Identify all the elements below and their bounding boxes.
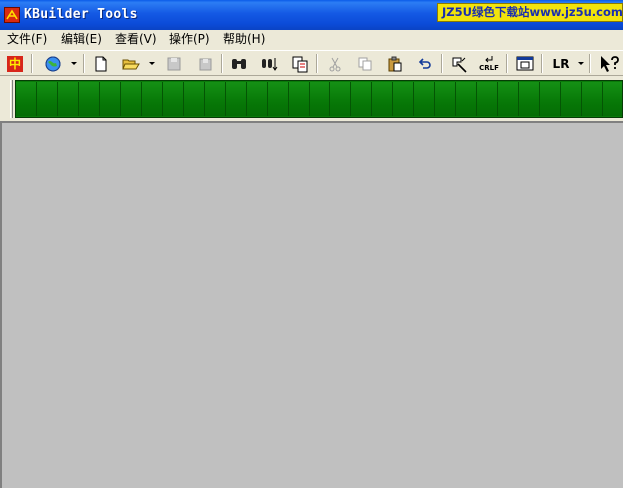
replace-button[interactable] — [289, 53, 311, 74]
led-segment — [16, 82, 37, 116]
title-bar[interactable]: KBuilder Tools JZ5U绿色下载站www.jz5u.com — [0, 0, 623, 30]
lr-button[interactable]: LR — [548, 53, 574, 74]
crlf-label: CRLF — [479, 63, 499, 72]
save-all-button[interactable] — [194, 53, 216, 74]
led-segment — [225, 82, 247, 116]
toolbar: 中 CRLF LR — [0, 50, 623, 76]
new-file-icon — [95, 56, 107, 71]
progress-band — [0, 76, 623, 123]
menu-help[interactable]: 帮助(H) — [223, 30, 265, 49]
window-button[interactable] — [514, 53, 536, 74]
led-segment — [477, 82, 499, 116]
globe-dropdown[interactable] — [69, 53, 78, 74]
toolbar-separator — [83, 54, 85, 73]
led-segment — [582, 82, 604, 116]
led-segment — [36, 82, 58, 116]
crlf-button[interactable]: CRLF — [478, 53, 500, 74]
save-icon — [167, 57, 181, 70]
led-segment — [288, 82, 310, 116]
run-icon — [452, 57, 467, 73]
run-button[interactable] — [448, 53, 470, 74]
cut-icon — [329, 57, 341, 71]
cut-button[interactable] — [324, 53, 346, 74]
globe-button[interactable] — [42, 53, 64, 74]
workspace-area[interactable] — [0, 123, 623, 488]
lr-dropdown[interactable] — [576, 53, 585, 74]
replace-icon — [292, 56, 308, 72]
app-window: KBuilder Tools JZ5U绿色下载站www.jz5u.com 文件(… — [0, 0, 623, 488]
led-segment — [99, 82, 121, 116]
paste-button[interactable] — [384, 53, 406, 74]
led-segment — [435, 82, 457, 116]
copy-button[interactable] — [354, 53, 376, 74]
led-segment — [414, 82, 436, 116]
menu-bar: 文件(F) 编辑(E) 查看(V) 操作(P) 帮助(H) — [0, 30, 623, 49]
toolbar-separator — [589, 54, 591, 73]
save-all-icon — [199, 58, 212, 70]
window-icon — [516, 56, 534, 70]
find-next-button[interactable] — [259, 53, 281, 74]
menu-view[interactable]: 查看(V) — [115, 30, 157, 49]
window-title: KBuilder Tools — [24, 7, 138, 22]
band-grip-handle[interactable] — [10, 80, 13, 118]
paste-icon — [388, 56, 402, 71]
led-segment — [78, 82, 100, 116]
language-label: 中 — [8, 56, 21, 71]
led-segment — [120, 82, 142, 116]
lr-icon: LR — [552, 56, 570, 71]
led-segment — [330, 82, 352, 116]
toolbar-separator — [316, 54, 318, 73]
context-help-button[interactable] — [598, 53, 620, 74]
toolbar-separator — [221, 54, 223, 73]
copy-icon — [358, 57, 372, 70]
toolbar-separator — [541, 54, 543, 73]
find-button[interactable] — [228, 53, 250, 74]
language-button[interactable]: 中 — [4, 53, 26, 74]
globe-icon — [45, 56, 61, 71]
led-segment — [246, 82, 268, 116]
crlf-icon: CRLF — [479, 55, 499, 72]
led-segment — [162, 82, 184, 116]
find-next-icon — [262, 57, 278, 71]
watermark-banner: JZ5U绿色下载站www.jz5u.com — [437, 3, 623, 22]
led-segment — [141, 82, 163, 116]
led-segment — [561, 82, 583, 116]
open-dropdown[interactable] — [147, 53, 156, 74]
context-help-icon — [601, 55, 619, 72]
open-button[interactable] — [120, 53, 142, 74]
save-button[interactable] — [163, 53, 185, 74]
led-segment — [57, 82, 79, 116]
new-file-button[interactable] — [90, 53, 112, 74]
menu-file[interactable]: 文件(F) — [7, 30, 47, 49]
led-segment — [456, 82, 478, 116]
led-segment — [183, 82, 205, 116]
led-segment — [519, 82, 541, 116]
menu-edit[interactable]: 编辑(E) — [61, 30, 102, 49]
led-segment — [204, 82, 226, 116]
undo-button[interactable] — [414, 53, 436, 74]
toolbar-separator — [31, 54, 33, 73]
led-segment — [498, 82, 520, 116]
toolbar-separator — [506, 54, 508, 73]
language-icon: 中 — [7, 55, 23, 72]
led-segment — [393, 82, 415, 116]
toolbar-separator — [441, 54, 443, 73]
led-segment — [603, 82, 622, 116]
find-icon — [232, 58, 246, 69]
led-segment — [351, 82, 373, 116]
led-progress-panel — [15, 80, 623, 118]
led-segment — [372, 82, 394, 116]
app-logo-icon[interactable] — [4, 7, 20, 23]
menu-operate[interactable]: 操作(P) — [169, 30, 210, 49]
open-folder-icon — [122, 59, 140, 69]
led-segment — [267, 82, 289, 116]
led-segment — [540, 82, 562, 116]
led-segment — [309, 82, 331, 116]
undo-icon — [418, 57, 431, 69]
